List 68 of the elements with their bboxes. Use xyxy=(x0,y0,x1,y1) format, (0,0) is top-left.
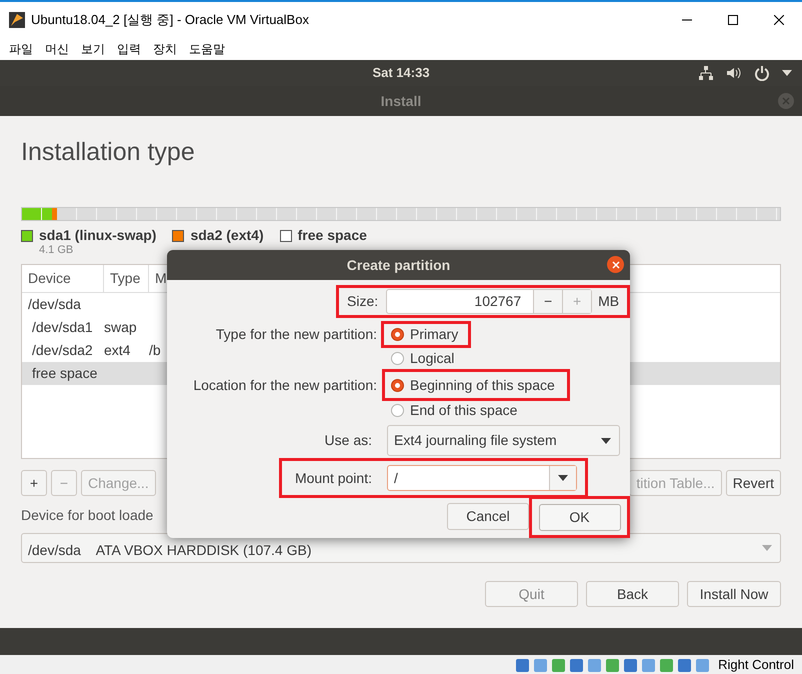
device-cell-text: /dev/sda2 xyxy=(31,341,94,360)
close-button[interactable] xyxy=(607,256,624,273)
mount-point-label: Mount point: xyxy=(294,468,373,488)
combo-value: / xyxy=(393,469,399,488)
unit-label: MB xyxy=(598,292,620,311)
network-icon xyxy=(698,65,714,81)
dropdown-value: /dev/sda ATA VBOX HARDDISK (107.4 GB) xyxy=(28,543,312,557)
maximize-icon xyxy=(728,15,738,25)
caret-icon xyxy=(782,70,792,76)
window-title: Ubuntu18.04_2 [실행 중] - Oracle VM VirtualBox xyxy=(31,11,309,30)
menu-item[interactable]: 도움말 xyxy=(184,40,230,58)
caret-icon xyxy=(762,545,772,551)
caret-icon xyxy=(601,438,611,444)
radio-button[interactable] xyxy=(391,404,404,416)
clock: Sat 14:33 xyxy=(372,64,430,82)
column-header[interactable]: Device xyxy=(22,265,104,292)
radio-label: Primary xyxy=(410,325,458,344)
legend-size: 4.1 GB xyxy=(39,244,74,257)
radio-label: Beginning of this space xyxy=(410,376,555,395)
type-cell-text: ext4 xyxy=(104,341,132,360)
dialog-title: Create partition xyxy=(346,256,450,275)
menu-item[interactable]: 파일 xyxy=(4,40,38,58)
ok-button[interactable]: OK xyxy=(538,504,620,530)
size-field[interactable]: 102767 − + xyxy=(386,289,592,314)
menu-item[interactable]: 머신 xyxy=(40,40,74,58)
radio-label: End of this space xyxy=(410,400,518,420)
caret-icon xyxy=(558,475,568,481)
installer-title: Install xyxy=(380,92,422,110)
power-icon xyxy=(754,65,770,81)
size-label: Size: xyxy=(347,292,378,311)
minimize-icon xyxy=(682,19,692,21)
boot-device-dropdown[interactable]: /dev/sda ATA VBOX HARDDISK (107.4 GB) xyxy=(21,533,781,563)
device-cell-text: /dev/sda1 xyxy=(31,318,94,337)
table-button[interactable]: Revert xyxy=(726,470,781,496)
mount-point-combo[interactable]: / xyxy=(387,465,577,491)
legend-label: free space xyxy=(298,227,367,244)
legend-label: sda1 (linux-swap) xyxy=(39,227,156,244)
column-header[interactable]: Type xyxy=(104,265,149,292)
close-icon xyxy=(774,15,784,25)
page-heading: Installation type xyxy=(21,137,196,168)
volume-icon xyxy=(726,65,742,81)
dropdown-value: Ext4 journaling file system xyxy=(394,431,557,450)
radio-button[interactable] xyxy=(391,352,404,365)
nav-button[interactable]: Back xyxy=(586,581,679,607)
location-label: Location for the new partition: xyxy=(192,376,378,395)
cancel-button[interactable]: Cancel xyxy=(447,503,529,530)
type-cell-text: swap xyxy=(104,318,138,337)
host-key-label: Right Control xyxy=(718,656,794,674)
dropdown-toggle[interactable] xyxy=(549,466,576,490)
device-cell-text: free space xyxy=(31,364,98,383)
table-button[interactable]: + xyxy=(21,470,47,496)
menu-item[interactable]: 입력 xyxy=(112,40,146,58)
menu-item[interactable]: 장치 xyxy=(148,40,182,58)
close-icon xyxy=(612,260,620,268)
use-as-label: Use as: xyxy=(324,431,373,450)
close-icon xyxy=(782,97,790,105)
radio-button[interactable] xyxy=(391,328,404,341)
app-icon xyxy=(9,12,25,28)
type-label: Type for the new partition: xyxy=(214,325,378,344)
use-as-dropdown[interactable]: Ext4 journaling file system xyxy=(387,425,620,456)
decrement-button[interactable]: − xyxy=(533,290,562,313)
nav-button[interactable]: Install Now xyxy=(687,581,781,607)
boot-loader-label: Device for boot loade xyxy=(21,506,154,525)
legend-label: sda2 (ext4) xyxy=(190,227,264,244)
menu-item[interactable]: 보기 xyxy=(76,40,110,58)
radio-button[interactable] xyxy=(391,378,404,392)
radio-label: Logical xyxy=(410,349,454,368)
mount-cell-text: /b xyxy=(149,341,162,360)
